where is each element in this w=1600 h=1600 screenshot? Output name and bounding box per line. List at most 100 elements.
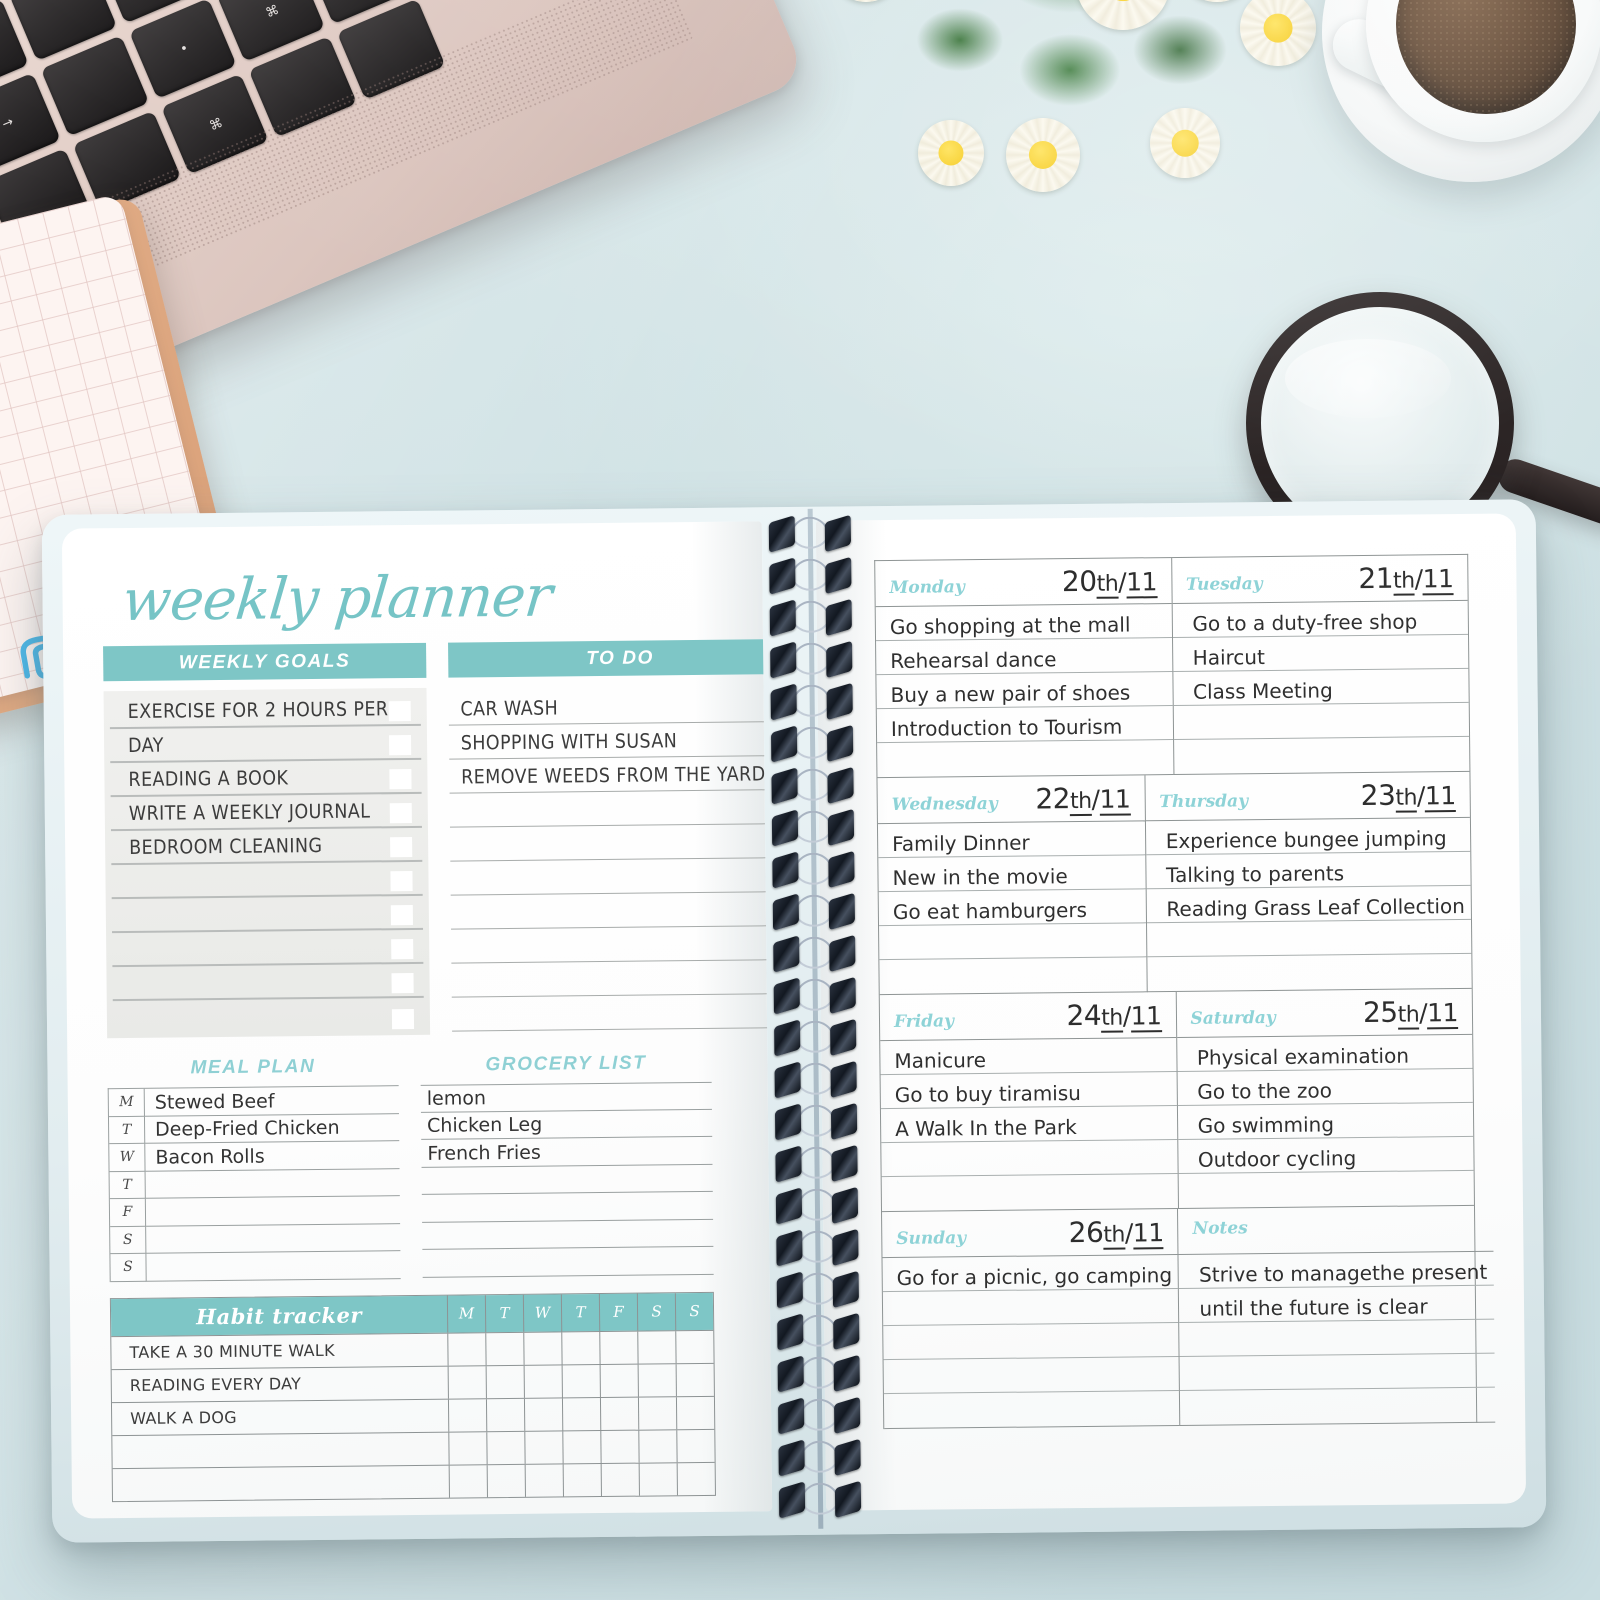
task-row[interactable]: New in the movie bbox=[878, 855, 1146, 893]
task-row[interactable]: Go shopping at the mall bbox=[875, 604, 1172, 642]
meal-row[interactable]: M Stewed Beef bbox=[108, 1086, 399, 1117]
task-row[interactable]: Reading Grass Leaf Collection bbox=[1146, 885, 1471, 924]
task-row[interactable]: A Walk In the Park bbox=[880, 1106, 1177, 1144]
todo-row[interactable]: SHOPPING WITH SUSAN bbox=[448, 721, 773, 760]
habit-check-cell[interactable] bbox=[447, 1398, 487, 1432]
task-row[interactable]: Go to a duty-free shop bbox=[1172, 600, 1469, 639]
habit-check-cell[interactable] bbox=[675, 1330, 714, 1363]
habit-check-cell[interactable] bbox=[523, 1397, 563, 1431]
meal-row[interactable]: W Bacon Rolls bbox=[109, 1141, 400, 1172]
task-row[interactable] bbox=[879, 923, 1146, 961]
note-row[interactable] bbox=[1179, 1319, 1495, 1357]
habit-check-cell[interactable] bbox=[676, 1429, 715, 1462]
goal-row[interactable]: DAY bbox=[109, 725, 421, 764]
habit-check-cell[interactable] bbox=[638, 1429, 677, 1463]
task-row[interactable]: Class Meeting bbox=[1172, 668, 1469, 707]
habit-check-cell[interactable] bbox=[599, 1364, 638, 1397]
grocery-row[interactable]: lemon bbox=[420, 1081, 712, 1113]
habit-check-cell[interactable] bbox=[447, 1332, 486, 1366]
goal-checkbox[interactable] bbox=[388, 701, 411, 722]
task-row[interactable]: Rehearsal dance bbox=[876, 638, 1172, 676]
habit-check-cell[interactable] bbox=[599, 1331, 638, 1364]
goal-row[interactable]: READING A BOOK bbox=[110, 759, 422, 798]
todo-row[interactable]: REMOVE WEEDS FROM THE YARD bbox=[448, 755, 773, 794]
task-row[interactable]: Haircut bbox=[1172, 634, 1469, 673]
task-row[interactable]: Talking to parents bbox=[1145, 851, 1471, 890]
goal-row[interactable]: BEDROOM CLEANING bbox=[110, 827, 423, 866]
todo-row[interactable] bbox=[451, 993, 773, 1032]
habit-check-cell[interactable] bbox=[637, 1363, 676, 1397]
task-row[interactable] bbox=[884, 1391, 1180, 1428]
habit-check-cell[interactable] bbox=[599, 1397, 639, 1430]
note-row[interactable]: Strive to managethe present bbox=[1178, 1251, 1494, 1289]
habit-check-cell[interactable] bbox=[675, 1363, 714, 1396]
note-row[interactable] bbox=[1179, 1353, 1495, 1391]
grocery-row[interactable]: Chicken Leg bbox=[420, 1109, 713, 1140]
task-row[interactable] bbox=[882, 1174, 1178, 1211]
meal-row[interactable]: S bbox=[110, 1251, 401, 1282]
task-row[interactable]: Experience bungee jumping bbox=[1145, 817, 1471, 856]
goal-row[interactable] bbox=[113, 998, 424, 1035]
task-row[interactable]: Family Dinner bbox=[877, 821, 1145, 859]
habit-check-cell[interactable] bbox=[448, 1431, 487, 1465]
task-row[interactable]: Go eat hamburgers bbox=[878, 889, 1146, 927]
task-row[interactable] bbox=[882, 1288, 1179, 1327]
task-row[interactable]: Go swimming bbox=[1177, 1102, 1474, 1140]
habit-check-cell[interactable] bbox=[675, 1396, 715, 1429]
grocery-row[interactable] bbox=[421, 1191, 714, 1223]
task-row[interactable]: Physical examination bbox=[1176, 1034, 1473, 1072]
habit-row[interactable]: WALK A DOG bbox=[111, 1395, 715, 1435]
grocery-row[interactable] bbox=[422, 1246, 714, 1278]
meal-row[interactable]: S bbox=[110, 1223, 401, 1255]
habit-check-cell[interactable] bbox=[600, 1430, 639, 1463]
habit-check-cell[interactable] bbox=[561, 1331, 600, 1364]
habit-row[interactable] bbox=[112, 1428, 715, 1468]
task-row[interactable]: Outdoor cycling bbox=[1177, 1136, 1474, 1174]
task-row[interactable] bbox=[1147, 954, 1472, 991]
habit-row[interactable]: TAKE A 30 MINUTE WALK bbox=[111, 1329, 714, 1369]
goal-row[interactable] bbox=[111, 861, 423, 900]
task-row[interactable]: Go to the zoo bbox=[1177, 1068, 1473, 1106]
habit-check-cell[interactable] bbox=[562, 1430, 601, 1463]
task-row[interactable]: Introduction to Tourism bbox=[876, 706, 1173, 744]
habit-check-cell[interactable] bbox=[485, 1332, 524, 1365]
task-row[interactable] bbox=[1146, 919, 1472, 958]
goal-checkbox[interactable] bbox=[389, 768, 412, 790]
todo-row[interactable] bbox=[449, 823, 773, 862]
goal-row[interactable]: EXERCISE FOR 2 HOURS PER bbox=[109, 691, 421, 730]
goal-checkbox[interactable] bbox=[390, 870, 413, 892]
habit-check-cell[interactable] bbox=[486, 1431, 525, 1464]
goal-checkbox[interactable] bbox=[391, 1008, 414, 1030]
habit-check-cell[interactable] bbox=[523, 1331, 562, 1365]
goal-row[interactable]: WRITE A WEEKLY JOURNAL bbox=[110, 793, 422, 832]
task-row[interactable] bbox=[883, 1322, 1179, 1361]
habit-check-cell[interactable] bbox=[485, 1365, 524, 1398]
task-row[interactable] bbox=[879, 957, 1146, 994]
task-row[interactable]: Buy a new pair of shoes bbox=[876, 672, 1173, 710]
grocery-row[interactable]: French Fries bbox=[421, 1136, 713, 1168]
task-row[interactable] bbox=[877, 740, 1173, 777]
habit-check-cell[interactable] bbox=[447, 1365, 486, 1399]
goal-checkbox[interactable] bbox=[390, 904, 413, 926]
goal-row[interactable] bbox=[112, 929, 424, 968]
habit-check-cell[interactable] bbox=[676, 1462, 715, 1495]
task-row[interactable] bbox=[1178, 1171, 1474, 1208]
note-row[interactable]: until the future is clear bbox=[1179, 1285, 1494, 1323]
goal-row[interactable] bbox=[112, 963, 424, 1002]
todo-row[interactable] bbox=[450, 891, 773, 930]
goal-row[interactable] bbox=[111, 895, 423, 934]
task-row[interactable]: Go to buy tiramisu bbox=[880, 1072, 1177, 1110]
habit-check-cell[interactable] bbox=[562, 1463, 601, 1496]
meal-row[interactable]: T bbox=[109, 1168, 400, 1200]
habit-check-cell[interactable] bbox=[523, 1364, 562, 1398]
grocery-row[interactable] bbox=[422, 1219, 714, 1250]
goal-checkbox[interactable] bbox=[389, 836, 412, 858]
meal-row[interactable]: T Deep-Fried Chicken bbox=[108, 1113, 400, 1145]
habit-row[interactable] bbox=[112, 1461, 715, 1501]
habit-check-cell[interactable] bbox=[638, 1462, 677, 1496]
habit-check-cell[interactable] bbox=[637, 1396, 677, 1430]
note-row[interactable] bbox=[1180, 1388, 1494, 1425]
task-row[interactable] bbox=[881, 1139, 1178, 1178]
goal-checkbox[interactable] bbox=[388, 734, 411, 756]
todo-row[interactable] bbox=[450, 925, 773, 964]
